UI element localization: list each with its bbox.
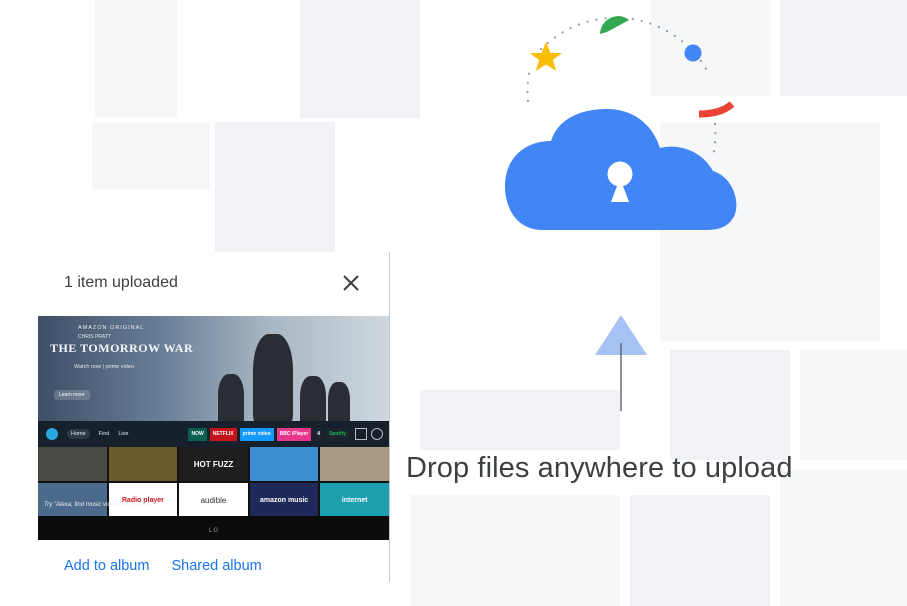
tv-content-row: Radio player audible amazon music intern… [38,483,389,517]
tv-content-tile: amazon music [249,483,319,517]
tv-nav-item: Home [67,429,90,439]
tv-title: THE TOMORROW WAR [50,341,194,355]
tv-content-tile: audible [179,483,248,517]
shared-album-button[interactable]: Shared album [171,558,261,574]
settings-icon [371,428,383,440]
tv-content-tile [320,447,389,481]
tv-content-tile: internet [320,483,389,517]
tv-content-tile: HOT FUZZ [179,447,248,481]
upload-arrow-icon [595,315,647,411]
tv-navbar: Home Find Live NOW NETFLIX prime video B… [38,421,389,447]
tv-content-row: HOT FUZZ [38,447,389,481]
tv-subtitle: CHRIS PRATT [78,334,111,340]
apps-grid-icon [355,428,367,440]
add-to-album-button[interactable]: Add to album [64,558,149,574]
tv-content-tile [249,447,319,481]
uploaded-photo-thumbnail[interactable]: AMAZON ORIGINAL CHRIS PRATT THE TOMORROW… [38,316,389,540]
tv-app-tile: NOW [188,427,207,441]
tv-content-tile [38,483,107,517]
cloud-lock-icon [505,16,737,230]
tv-alexa-hint: Try "Alexa, find music videos on YouTube… [44,502,156,508]
tv-nav-item: Find [98,431,110,437]
tv-hero-banner: AMAZON ORIGINAL CHRIS PRATT THE TOMORROW… [38,316,389,426]
upload-panel: 1 item uploaded AMAZON ORIGINAL CHRIS PR… [38,252,389,582]
tv-content-tile [38,447,107,481]
tv-app-tile: Spotify [326,427,349,441]
close-icon [343,275,359,291]
drop-message: Drop files anywhere to upload [406,452,793,484]
tv-learn-more: Learn more [54,390,90,400]
tv-brand-logo: LG [209,528,220,534]
tv-app-tile: prime video [239,427,274,441]
tv-content-tile [108,447,178,481]
alexa-icon [46,428,58,440]
tv-kicker: AMAZON ORIGINAL [78,325,145,331]
tv-app-tile: NETFLIX [209,427,237,441]
tv-watch: Watch now | prime video [74,364,134,370]
upload-status-title: 1 item uploaded [64,274,178,291]
close-button[interactable] [338,270,364,296]
tv-content-tile: Radio player [108,483,178,517]
tv-nav-item: Live [118,431,129,437]
tv-app-tile: 4 [314,427,324,441]
tv-app-tile: BBC iPlayer [276,427,312,441]
upload-panel-actions: Add to album Shared album [64,558,262,574]
